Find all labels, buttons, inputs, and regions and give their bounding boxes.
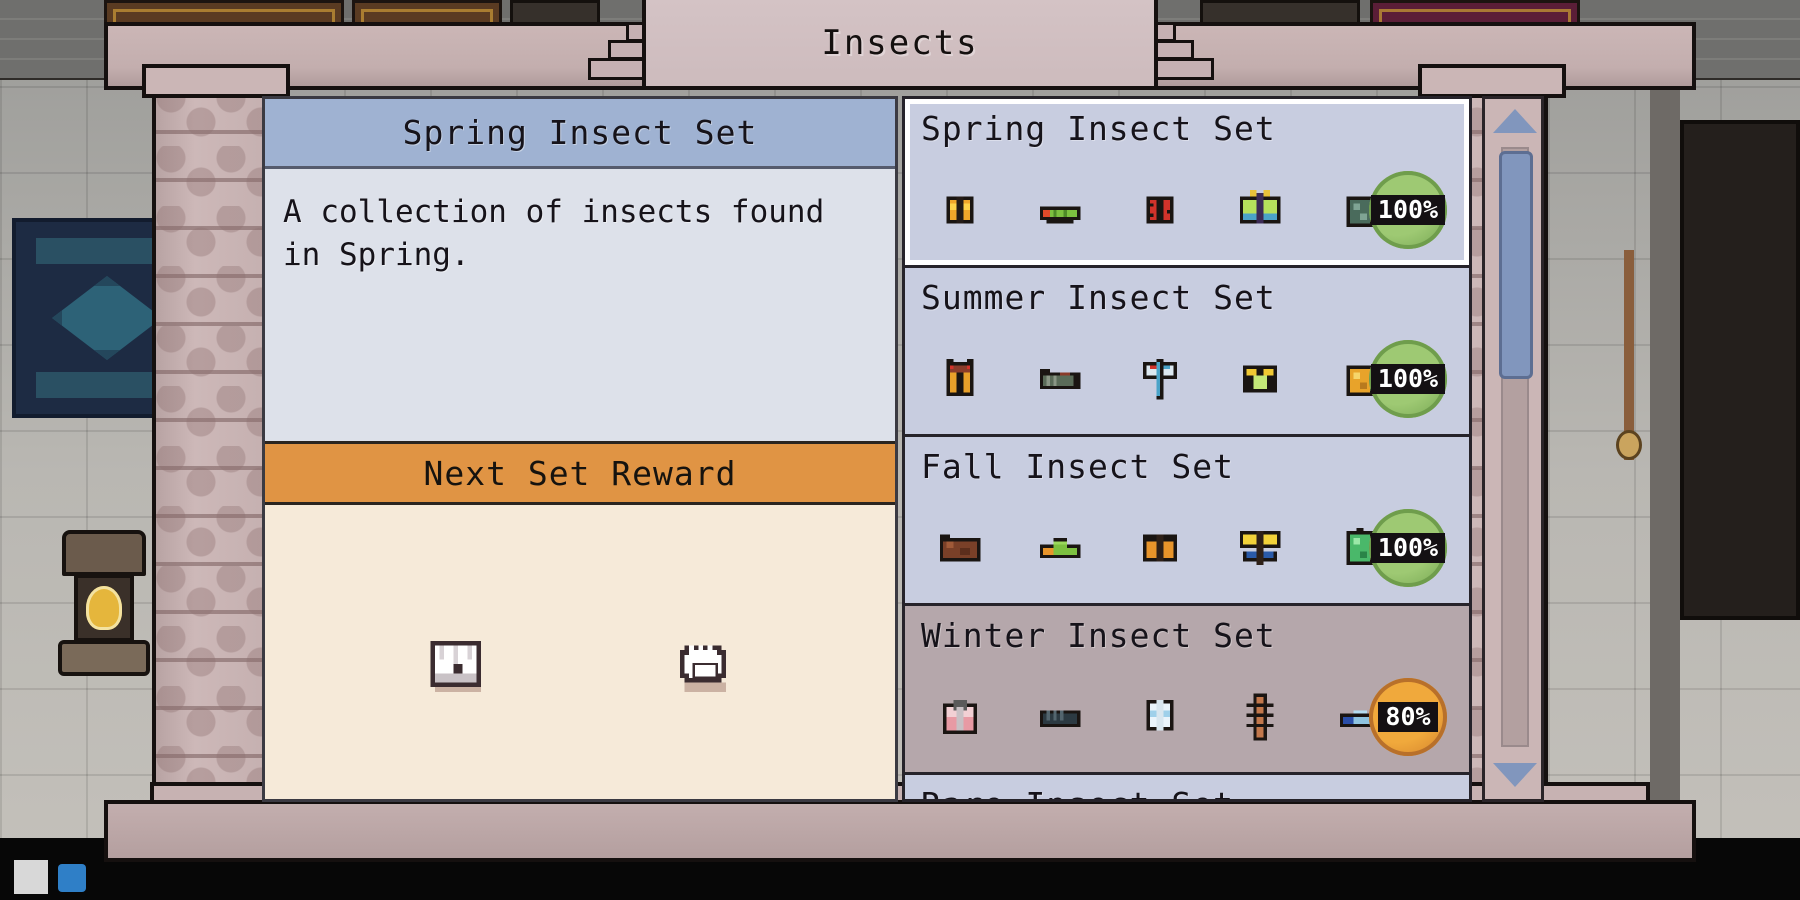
set-completion-value: 100% [1370,532,1446,564]
set-row-name: Fall Insect Set [921,447,1235,486]
tab-insects[interactable]: Insects [642,0,1158,90]
set-detail-description: A collection of insects found in Spring. [283,194,825,273]
next-set-reward-label: Next Set Reward [423,453,737,493]
set-row-summer[interactable]: Summer Insect Set 100% [905,268,1469,437]
centipede-icon[interactable] [1233,690,1287,744]
tab-wing-left [586,22,648,82]
background-doorway [1680,120,1800,620]
green-caterpillar-icon[interactable] [1033,183,1087,237]
grasshopper-icon[interactable] [1033,352,1087,406]
set-row-name: Rare Insect Set [921,785,1453,799]
set-completion-badge: 100% [1369,171,1447,249]
set-row-name: Summer Insect Set [921,278,1276,317]
set-row-winter[interactable]: Winter Insect Set 80% [905,606,1469,775]
scroll-up-arrow-icon[interactable] [1493,109,1537,135]
set-row-insect-icons [933,352,1387,406]
rhino-beetle-icon[interactable] [933,352,987,406]
set-row-rare[interactable]: Rare Insect Set [905,775,1469,799]
set-completion-badge: 100% [1369,340,1447,418]
set-detail-title: Spring Insect Set [402,113,758,152]
next-set-reward-body [265,505,895,799]
set-completion-value: 100% [1370,363,1446,395]
background-wall-strip [1650,60,1680,820]
set-row-insect-icons [933,521,1387,575]
reward-bag-silhouette-icon[interactable] [421,627,495,701]
dragonfly-icon[interactable] [1133,352,1187,406]
reward-round-item-silhouette-icon[interactable] [666,627,740,701]
next-set-reward-header: Next Set Reward [265,441,895,505]
wall-rod-decor [1624,250,1634,460]
set-completion-badge: 80% [1369,678,1447,756]
list-scrollbar[interactable] [1482,96,1544,802]
tab-label: Insects [821,23,979,63]
set-row-name: Spring Insect Set [921,109,1276,148]
scroll-down-arrow-icon[interactable] [1493,763,1537,789]
insect-set-list[interactable]: Spring Insect Set 100% Summer Insect Set… [902,96,1472,802]
firefly-icon[interactable] [1233,352,1287,406]
orange-butterfly-icon[interactable] [1133,521,1187,575]
set-row-spring[interactable]: Spring Insect Set 100% [905,99,1469,268]
orange-butterfly-icon[interactable] [933,183,987,237]
wall-knob-decor [1616,430,1642,460]
set-row-name: Winter Insect Set [921,616,1276,655]
scrollbar-thumb[interactable] [1499,151,1533,379]
set-row-insect-icons [933,690,1387,744]
set-detail-header: Spring Insect Set [265,99,895,169]
set-completion-badge: 100% [1369,509,1447,587]
set-detail-panel: Spring Insect Set A collection of insect… [262,96,898,802]
taskbar-icon-secondary[interactable] [58,864,86,892]
yellow-blue-butterfly-icon[interactable] [1233,521,1287,575]
scrollbar-track[interactable] [1499,147,1533,747]
set-detail-body: A collection of insects found in Spring. [265,169,895,441]
set-row-fall[interactable]: Fall Insect Set 100% [905,437,1469,606]
orange-green-caterpillar-icon[interactable] [1033,521,1087,575]
ladybug-icon[interactable] [1133,183,1187,237]
dark-grub-icon[interactable] [1033,690,1087,744]
lantern-decor [46,530,162,680]
reward-slot-list [265,627,895,701]
set-completion-value: 80% [1378,701,1438,733]
window-frame-base [104,800,1696,862]
tab-wing-right [1154,22,1214,82]
set-row-insect-icons [933,183,1387,237]
game-screen: Insects Spring Insect Set A collection o… [0,0,1800,900]
brown-moth-icon[interactable] [933,521,987,575]
set-completion-value: 100% [1370,194,1446,226]
window-frame-column-left [142,64,290,802]
pink-moth-icon[interactable] [933,690,987,744]
green-yellow-butterfly-icon[interactable] [1233,183,1287,237]
taskbar-icon[interactable] [14,860,48,894]
white-butterfly-icon[interactable] [1133,690,1187,744]
